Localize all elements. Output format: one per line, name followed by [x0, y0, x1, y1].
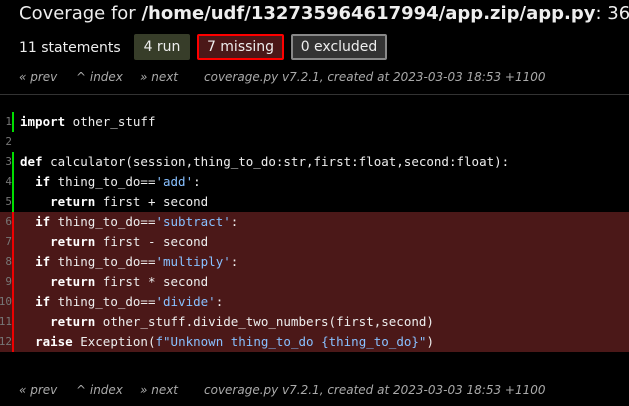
next-link[interactable]: » next: [140, 68, 178, 86]
name-token: [20, 214, 35, 229]
keyword-token: if: [35, 294, 51, 309]
line-number[interactable]: 7: [0, 232, 12, 252]
coverage-percent: : 36%: [595, 3, 629, 24]
string-token: f"Unknown thing_to_do {thing_to_do}": [155, 334, 427, 349]
line-source: if thing_to_do=='divide':: [12, 292, 629, 312]
name-token: [20, 174, 35, 189]
title-prefix: Coverage for: [19, 3, 142, 24]
string-token: 'subtract': [155, 214, 231, 229]
page-title: Coverage for /home/udf/132735964617994/a…: [19, 2, 629, 26]
next-link[interactable]: » next: [140, 381, 178, 399]
name-token: thing_to_do==: [50, 174, 156, 189]
prev-link[interactable]: « prev: [19, 68, 57, 86]
line-number[interactable]: 8: [0, 252, 12, 272]
code-line: 12 raise Exception(f"Unknown thing_to_do…: [0, 332, 629, 352]
line-source: if thing_to_do=='add':: [12, 172, 629, 192]
string-token: 'multiply': [155, 254, 231, 269]
name-token: thing_to_do==: [50, 294, 156, 309]
name-token: other_stuff: [65, 114, 156, 129]
name-token: other_stuff.divide_two_numbers(first,sec…: [95, 314, 434, 329]
name-token: :: [230, 254, 239, 269]
line-source: [12, 132, 629, 152]
line-number[interactable]: 12: [0, 332, 12, 352]
keyword-token: def: [20, 154, 43, 169]
name-token: first + second: [95, 194, 209, 209]
name-token: calculator(session,thing_to_do:str,first…: [42, 154, 510, 169]
code-line: 4 if thing_to_do=='add':: [0, 172, 629, 192]
line-source: import other_stuff: [12, 112, 629, 132]
line-source: return first * second: [12, 272, 629, 292]
string-token: 'divide': [155, 294, 216, 309]
line-number[interactable]: 9: [0, 272, 12, 292]
keyword-token: return: [50, 314, 96, 329]
line-number[interactable]: 2: [0, 132, 12, 152]
code-line: 10 if thing_to_do=='divide':: [0, 292, 629, 312]
header-divider: [0, 94, 629, 95]
code-line: 8 if thing_to_do=='multiply':: [0, 252, 629, 272]
code-line: 6 if thing_to_do=='subtract':: [0, 212, 629, 232]
line-source: raise Exception(f"Unknown thing_to_do {t…: [12, 332, 629, 352]
keyword-token: if: [35, 214, 51, 229]
name-token: first - second: [95, 234, 209, 249]
line-source: def calculator(session,thing_to_do:str,f…: [12, 152, 629, 172]
line-number[interactable]: 10: [0, 292, 12, 312]
index-link[interactable]: ^ index: [76, 381, 123, 399]
name-token: :: [193, 174, 201, 189]
line-number[interactable]: 4: [0, 172, 12, 192]
toggle-excluded-button[interactable]: 0 excluded: [291, 34, 387, 60]
name-token: ): [426, 334, 434, 349]
line-number[interactable]: 1: [0, 112, 12, 132]
keyword-token: return: [50, 234, 96, 249]
code-line: 9 return first * second: [0, 272, 629, 292]
code-line: 5 return first + second: [0, 192, 629, 212]
line-source: if thing_to_do=='subtract':: [12, 212, 629, 232]
keyword-token: return: [50, 194, 96, 209]
line-source: return other_stuff.divide_two_numbers(fi…: [12, 312, 629, 332]
toggle-run-button[interactable]: 4 run: [134, 34, 190, 60]
source-code: 1 import other_stuff 2 3 def calculator(sess…: [0, 112, 629, 352]
keyword-token: return: [50, 274, 96, 289]
code-line: 3 def calculator(session,thing_to_do:str,…: [0, 152, 629, 172]
line-source: return first - second: [12, 232, 629, 252]
line-number[interactable]: 5: [0, 192, 12, 212]
code-line: 11 return other_stuff.divide_two_numbers…: [0, 312, 629, 332]
name-token: first * second: [95, 274, 209, 289]
name-token: [20, 294, 35, 309]
keyword-token: if: [35, 174, 51, 189]
name-token: [20, 254, 35, 269]
prev-link[interactable]: « prev: [19, 381, 57, 399]
keyword-token: import: [20, 114, 66, 129]
line-number[interactable]: 3: [0, 152, 12, 172]
coverage-version-link[interactable]: coverage.py v7.2.1, created at 2023-03-0…: [204, 381, 546, 399]
line-source: if thing_to_do=='multiply':: [12, 252, 629, 272]
code-line: 2: [0, 132, 629, 152]
code-line: 7 return first - second: [0, 232, 629, 252]
line-number[interactable]: 11: [0, 312, 12, 332]
keyword-token: raise: [35, 334, 73, 349]
name-token: [20, 334, 35, 349]
statement-count: 11 statements: [19, 40, 121, 56]
coverage-version-link[interactable]: coverage.py v7.2.1, created at 2023-03-0…: [204, 68, 546, 86]
name-token: Exception(: [72, 334, 156, 349]
name-token: [20, 314, 50, 329]
line-source: return first + second: [12, 192, 629, 212]
toggle-missing-button[interactable]: 7 missing: [197, 34, 284, 60]
string-token: 'add': [155, 174, 194, 189]
name-token: thing_to_do==: [50, 214, 156, 229]
name-token: [20, 234, 50, 249]
line-number[interactable]: 6: [0, 212, 12, 232]
code-line: 1 import other_stuff: [0, 112, 629, 132]
coverage-page: Coverage for /home/udf/132735964617994/a…: [0, 0, 629, 406]
name-token: [20, 194, 50, 209]
name-token: thing_to_do==: [50, 254, 156, 269]
file-path: /home/udf/132735964617994/app.zip/app.py: [141, 3, 596, 24]
name-token: :: [215, 294, 224, 309]
index-link[interactable]: ^ index: [76, 68, 123, 86]
name-token: [20, 274, 50, 289]
keyword-token: if: [35, 254, 51, 269]
name-token: :: [230, 214, 239, 229]
